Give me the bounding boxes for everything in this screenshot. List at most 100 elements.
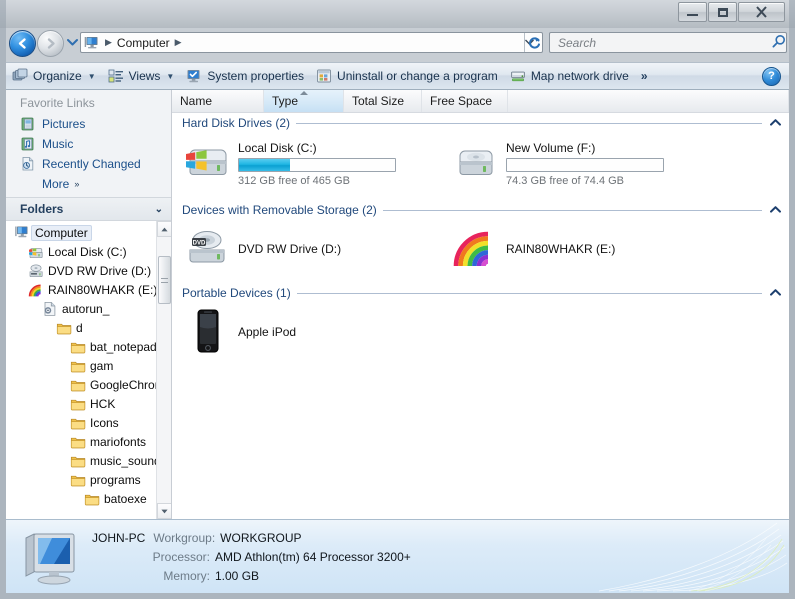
toolbar-views-button[interactable]: Views ▼	[102, 63, 181, 89]
rainbow-drive-icon	[28, 282, 44, 298]
tree-item-label: Local Disk (C:)	[48, 244, 127, 259]
breadcrumb-separator-2[interactable]: ▶	[175, 37, 182, 48]
tree-item[interactable]: Local Disk (C:)	[6, 242, 156, 261]
column-header[interactable]: Free Space	[422, 90, 508, 112]
group-header[interactable]: Hard Disk Drives (2)	[182, 112, 789, 134]
forward-button[interactable]	[37, 30, 64, 57]
refresh-button[interactable]	[524, 33, 544, 52]
column-header-label: Total Size	[352, 94, 405, 108]
toolbar-uninstall-button[interactable]: Uninstall or change a program	[310, 63, 504, 89]
folder-tree-scrollbar[interactable]	[156, 221, 171, 519]
toolbar-system-properties-button[interactable]: System properties	[180, 63, 310, 89]
group-collapse-icon[interactable]	[770, 287, 781, 299]
details-row-processor: Processor: AMD Athlon(tm) 64 Processor 3…	[92, 548, 411, 567]
breadcrumb-computer[interactable]: Computer	[117, 36, 170, 50]
file-group: Devices with Removable Storage (2) DVD DVD…	[172, 199, 789, 282]
chevron-down-icon	[66, 39, 78, 46]
favorite-link-pictures[interactable]: Pictures	[6, 114, 171, 134]
search-box[interactable]: Search	[549, 32, 787, 53]
tile-info: Apple iPod	[238, 323, 296, 339]
organize-icon	[12, 68, 28, 84]
refresh-icon	[529, 36, 540, 49]
folder-tree-container: Computer Local Disk (C:) DVD RW Drive (D:)…	[6, 221, 171, 519]
uninstall-icon	[316, 68, 332, 84]
drive-tile[interactable]: DVD DVD RW Drive (D:)	[184, 224, 452, 272]
favorite-link-label: Music	[42, 137, 74, 151]
favorite-link-label: Pictures	[42, 117, 86, 131]
drive-tile[interactable]: New Volume (F:) 74.3 GB free of 74.4 GB	[452, 137, 720, 189]
toolbar-map-network-drive-button[interactable]: Map network drive	[504, 63, 635, 89]
forward-arrow-icon	[47, 38, 55, 49]
group-title: Devices with Removable Storage (2)	[182, 203, 377, 217]
drive-tile[interactable]: Local Disk (C:) 312 GB free of 465 GB	[184, 137, 452, 189]
folder-icon	[70, 434, 86, 450]
tree-item[interactable]: HCK	[6, 394, 156, 413]
column-header[interactable]: Name	[172, 90, 264, 112]
toolbar-overflow-button[interactable]: »	[635, 63, 653, 89]
drive-tile[interactable]: Apple iPod	[184, 307, 452, 355]
title-bar	[0, 0, 795, 28]
scrollbar-thumb[interactable]	[158, 256, 171, 304]
tree-item[interactable]: d	[6, 318, 156, 337]
details-pane: JOHN-PC Workgroup: WORKGROUP Processor: …	[6, 519, 789, 593]
file-group: Hard Disk Drives (2) Local Disk (C:) 312 G…	[172, 112, 789, 199]
tree-item[interactable]: batoexe	[6, 489, 156, 508]
column-header[interactable]: Type	[264, 90, 344, 112]
computer-large-icon	[22, 532, 84, 586]
dvd-drive-icon	[28, 263, 44, 279]
tree-item[interactable]: Computer	[6, 223, 156, 242]
favorite-links-title: Favorite Links	[20, 96, 95, 110]
back-button[interactable]	[9, 30, 36, 57]
details-table: JOHN-PC Workgroup: WORKGROUP Processor: …	[92, 529, 411, 586]
group-header[interactable]: Devices with Removable Storage (2)	[182, 199, 789, 221]
minimize-button[interactable]	[678, 2, 707, 22]
details-label-memory: Memory:	[163, 569, 210, 583]
sort-ascending-icon	[299, 91, 308, 95]
column-header[interactable]: Total Size	[344, 90, 422, 112]
toolbar-uninstall-label: Uninstall or change a program	[337, 69, 498, 83]
tree-item[interactable]: music_sounds	[6, 451, 167, 470]
close-button[interactable]	[738, 2, 785, 22]
folder-icon	[84, 491, 100, 507]
tree-item[interactable]: autorun_	[6, 299, 156, 318]
column-header-label: Type	[272, 94, 299, 108]
folders-header[interactable]: Folders ⌄	[6, 197, 171, 221]
maximize-icon	[717, 7, 728, 17]
favorite-link-music[interactable]: Music	[6, 134, 171, 154]
tree-item[interactable]: bat_notepad	[6, 337, 157, 356]
tree-item-label: programs	[90, 472, 141, 487]
help-button[interactable]: ?	[762, 66, 781, 86]
search-input[interactable]: Search	[550, 36, 596, 50]
chevron-down-icon: ▼	[166, 71, 175, 81]
tree-item[interactable]: RAIN80WHAKR (E:)	[6, 280, 158, 299]
maximize-button[interactable]	[708, 2, 737, 22]
toolbar-organize-button[interactable]: Organize ▼	[6, 63, 102, 89]
scroll-down-button[interactable]	[157, 503, 171, 519]
tree-item-label: RAIN80WHAKR (E:)	[48, 282, 158, 297]
address-bar[interactable]: ▶ Computer ▶	[80, 32, 543, 53]
tree-item[interactable]: gam	[6, 356, 156, 375]
tile-info: New Volume (F:) 74.3 GB free of 74.4 GB	[506, 139, 664, 187]
file-group: Portable Devices (1) Apple iPod	[172, 282, 789, 365]
tree-item[interactable]: GoogleChrome	[6, 375, 171, 394]
scroll-up-button[interactable]	[157, 221, 171, 237]
tile-info: Local Disk (C:) 312 GB free of 465 GB	[238, 139, 396, 187]
tree-item-label: batoexe	[104, 491, 147, 506]
group-header[interactable]: Portable Devices (1)	[182, 282, 789, 304]
tree-item[interactable]: Icons	[6, 413, 156, 432]
computer-name-label: JOHN-PC	[92, 531, 146, 545]
history-dropdown-button[interactable]	[66, 37, 78, 49]
favorite-link-recently-changed[interactable]: Recently Changed	[6, 154, 171, 174]
details-value-processor: AMD Athlon(tm) 64 Processor 3200+	[215, 550, 411, 564]
group-collapse-icon[interactable]	[770, 204, 781, 216]
minimize-icon	[687, 14, 698, 16]
tree-item[interactable]: mariofonts	[6, 432, 156, 451]
favorite-links-more-button[interactable]: More »	[6, 174, 171, 194]
drive-tile[interactable]: RAIN80WHAKR (E:)	[452, 224, 720, 272]
group-collapse-icon[interactable]	[770, 117, 781, 129]
tree-item[interactable]: DVD RW Drive (D:)	[6, 261, 156, 280]
search-icon[interactable]	[766, 34, 786, 51]
tree-item-label: d	[76, 320, 83, 335]
tree-item[interactable]: programs	[6, 470, 156, 489]
tile-name: RAIN80WHAKR (E:)	[506, 242, 616, 256]
